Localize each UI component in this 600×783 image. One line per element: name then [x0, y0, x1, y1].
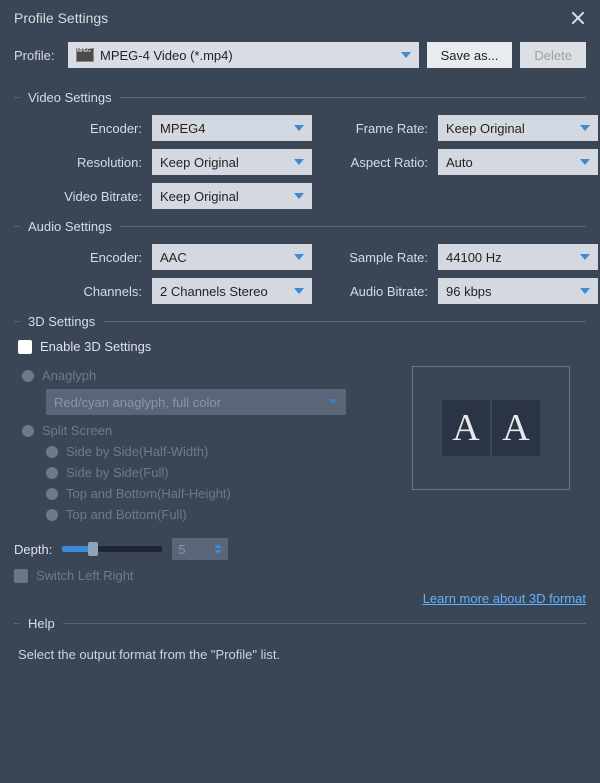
audio-encoder-label: Encoder:	[14, 250, 144, 265]
divider	[63, 623, 586, 624]
aspect-value: Auto	[446, 155, 473, 170]
channels-label: Channels:	[14, 284, 144, 299]
chevron-down-icon	[214, 550, 222, 554]
aspect-label: Aspect Ratio:	[320, 155, 430, 170]
divider	[14, 623, 20, 624]
chevron-down-icon	[401, 52, 411, 58]
depth-spinner: 5	[172, 538, 228, 560]
framerate-value: Keep Original	[446, 121, 525, 136]
audio-bitrate-value: 96 kbps	[446, 284, 492, 299]
samplerate-label: Sample Rate:	[320, 250, 430, 265]
enable-3d-label: Enable 3D Settings	[40, 339, 151, 354]
chevron-down-icon	[580, 254, 590, 260]
mp4-file-icon	[76, 48, 94, 62]
chevron-down-icon	[580, 159, 590, 165]
chevron-down-icon	[580, 288, 590, 294]
radio-icon	[46, 446, 58, 458]
profile-select[interactable]: MPEG-4 Video (*.mp4)	[68, 42, 419, 68]
profile-label: Profile:	[14, 48, 60, 63]
anaglyph-mode-value: Red/cyan anaglyph, full color	[54, 395, 221, 410]
framerate-select[interactable]: Keep Original	[438, 115, 598, 141]
help-text: Select the output format from the "Profi…	[14, 641, 586, 668]
audio-settings-heading: Audio Settings	[28, 219, 112, 234]
audio-encoder-value: AAC	[160, 250, 187, 265]
video-settings-heading: Video Settings	[28, 90, 112, 105]
samplerate-select[interactable]: 44100 Hz	[438, 244, 598, 270]
depth-slider[interactable]	[62, 546, 162, 552]
radio-icon	[46, 488, 58, 500]
chevron-down-icon	[294, 254, 304, 260]
save-as-button[interactable]: Save as...	[427, 42, 513, 68]
help-heading: Help	[28, 616, 55, 631]
divider	[120, 226, 586, 227]
chevron-down-icon	[294, 288, 304, 294]
switch-lr-checkbox: Switch Left Right	[14, 568, 586, 583]
chevron-down-icon	[294, 193, 304, 199]
depth-label: Depth:	[14, 542, 52, 557]
video-bitrate-label: Video Bitrate:	[14, 189, 144, 204]
divider	[120, 97, 586, 98]
checkbox-icon	[14, 569, 28, 583]
split-screen-radio: Split Screen	[22, 423, 378, 438]
switch-lr-label: Switch Left Right	[36, 568, 134, 583]
video-encoder-value: MPEG4	[160, 121, 206, 136]
3d-preview: A A	[412, 366, 570, 490]
preview-letter-left: A	[442, 400, 490, 456]
encoder-label: Encoder:	[14, 121, 144, 136]
chevron-down-icon	[294, 159, 304, 165]
divider	[103, 321, 586, 322]
aspect-select[interactable]: Auto	[438, 149, 598, 175]
channels-select[interactable]: 2 Channels Stereo	[152, 278, 312, 304]
video-bitrate-select[interactable]: Keep Original	[152, 183, 312, 209]
learn-more-link[interactable]: Learn more about 3D format	[14, 591, 586, 606]
chevron-down-icon	[580, 125, 590, 131]
3d-settings-heading: 3D Settings	[28, 314, 95, 329]
video-encoder-select[interactable]: MPEG4	[152, 115, 312, 141]
enable-3d-checkbox[interactable]: Enable 3D Settings	[18, 339, 582, 354]
resolution-select[interactable]: Keep Original	[152, 149, 312, 175]
close-icon[interactable]	[570, 10, 586, 26]
preview-letter-right: A	[492, 400, 540, 456]
framerate-label: Frame Rate:	[320, 121, 430, 136]
sbs-full-radio: Side by Side(Full)	[46, 465, 378, 480]
radio-icon	[46, 467, 58, 479]
chevron-up-icon	[214, 544, 222, 548]
divider	[14, 321, 20, 322]
samplerate-value: 44100 Hz	[446, 250, 502, 265]
sbs-half-label: Side by Side(Half-Width)	[66, 444, 208, 459]
tab-full-label: Top and Bottom(Full)	[66, 507, 187, 522]
chevron-down-icon	[294, 125, 304, 131]
divider	[14, 226, 20, 227]
radio-icon	[22, 425, 34, 437]
split-screen-label: Split Screen	[42, 423, 112, 438]
divider	[14, 97, 20, 98]
radio-icon	[46, 509, 58, 521]
channels-value: 2 Channels Stereo	[160, 284, 268, 299]
resolution-label: Resolution:	[14, 155, 144, 170]
slider-thumb	[88, 542, 98, 556]
anaglyph-mode-select: Red/cyan anaglyph, full color	[46, 389, 346, 415]
sbs-half-radio: Side by Side(Half-Width)	[46, 444, 378, 459]
audio-encoder-select[interactable]: AAC	[152, 244, 312, 270]
tab-full-radio: Top and Bottom(Full)	[46, 507, 378, 522]
slider-fill	[62, 546, 90, 552]
audio-bitrate-select[interactable]: 96 kbps	[438, 278, 598, 304]
depth-value: 5	[178, 542, 185, 557]
tab-half-label: Top and Bottom(Half-Height)	[66, 486, 231, 501]
resolution-value: Keep Original	[160, 155, 239, 170]
audio-bitrate-label: Audio Bitrate:	[320, 284, 430, 299]
delete-button: Delete	[520, 42, 586, 68]
anaglyph-radio: Anaglyph	[22, 368, 378, 383]
profile-value: MPEG-4 Video (*.mp4)	[100, 48, 395, 63]
page-title: Profile Settings	[14, 10, 108, 26]
anaglyph-label: Anaglyph	[42, 368, 96, 383]
checkbox-icon	[18, 340, 32, 354]
tab-half-radio: Top and Bottom(Half-Height)	[46, 486, 378, 501]
radio-icon	[22, 370, 34, 382]
sbs-full-label: Side by Side(Full)	[66, 465, 169, 480]
video-bitrate-value: Keep Original	[160, 189, 239, 204]
chevron-down-icon	[328, 399, 338, 405]
